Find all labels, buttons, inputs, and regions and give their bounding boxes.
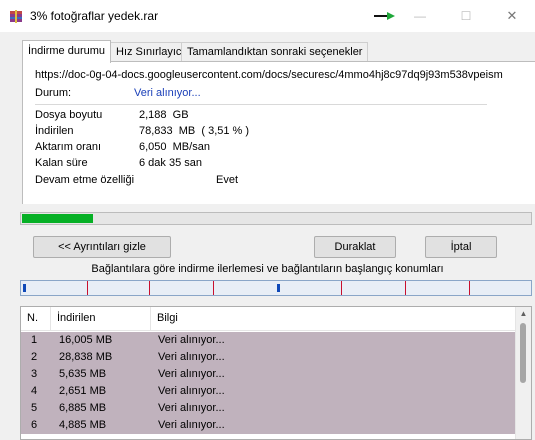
download-url: https://doc-0g-04-docs.googleusercontent…: [35, 69, 503, 81]
transfer-rate-value: 6,050 MB/san: [139, 141, 210, 153]
resume-capability-label: Devam etme özelliği: [35, 174, 135, 186]
row-info: Veri alınıyor...: [158, 351, 225, 363]
title-bar: 3% fotoğraflar yedek.rar — ☐ ✕: [0, 0, 535, 32]
row-number: 4: [31, 385, 38, 397]
connections-table[interactable]: N. İndirilen Bilgi 1 16,005 MB Veri alın…: [20, 306, 532, 440]
row-downloaded: 6,885 MB: [59, 402, 107, 414]
table-row[interactable]: 3 5,635 MB Veri alınıyor...: [21, 366, 516, 383]
file-size-value: 2,188 GB: [139, 109, 189, 121]
vertical-scrollbar[interactable]: ▲: [515, 307, 531, 439]
connection-progress-1: [23, 284, 26, 292]
row-number: 5: [31, 402, 38, 414]
downloaded-value: 78,833 MB ( 3,51 % ): [139, 125, 250, 137]
status-value: Veri alınıyor...: [134, 87, 201, 99]
cancel-button[interactable]: İptal: [425, 236, 497, 258]
connection-progress-2: [277, 284, 280, 292]
file-size-label: Dosya boyutu: [35, 109, 103, 121]
connection-start-marker: [213, 281, 214, 295]
close-button[interactable]: ✕: [489, 0, 535, 32]
row-downloaded: 2,651 MB: [59, 385, 107, 397]
column-divider[interactable]: [150, 307, 151, 330]
transfer-rate-label: Aktarım oranı: [35, 141, 102, 153]
scroll-up-icon[interactable]: ▲: [516, 307, 531, 321]
table-row[interactable]: 6 4,885 MB Veri alınıyor...: [21, 417, 516, 434]
table-header: N. İndirilen Bilgi: [21, 307, 516, 331]
tab-download-status[interactable]: İndirme durumu: [22, 40, 112, 63]
connections-progress-bar: [20, 280, 532, 296]
column-header-downloaded[interactable]: İndirilen: [57, 307, 96, 330]
downloaded-label: İndirilen: [35, 125, 74, 137]
table-row[interactable]: 1 16,005 MB Veri alınıyor...: [21, 332, 516, 349]
status-label: Durum:: [35, 87, 72, 99]
hide-details-button[interactable]: << Ayrıntıları gizle: [33, 236, 171, 258]
green-arrow-icon: [374, 12, 395, 20]
table-row[interactable]: 4 2,651 MB Veri alınıyor...: [21, 383, 516, 400]
row-info: Veri alınıyor...: [158, 402, 225, 414]
row-downloaded: 16,005 MB: [59, 334, 113, 346]
download-progress-fill: [22, 214, 93, 223]
window-title: 3% fotoğraflar yedek.rar: [30, 9, 159, 23]
column-header-info[interactable]: Bilgi: [157, 307, 178, 330]
connection-start-marker: [87, 281, 88, 295]
column-divider[interactable]: [50, 307, 51, 330]
row-downloaded: 4,885 MB: [59, 419, 107, 431]
resume-capability-value: Evet: [216, 174, 239, 186]
minimize-button[interactable]: —: [397, 0, 443, 32]
download-status-panel: https://doc-0g-04-docs.googleusercontent…: [22, 61, 535, 204]
download-progress-bar: [20, 212, 532, 225]
row-number: 2: [31, 351, 38, 363]
row-info: Veri alınıyor...: [158, 368, 225, 380]
row-downloaded: 5,635 MB: [59, 368, 107, 380]
divider: [35, 104, 487, 105]
row-number: 1: [31, 334, 38, 346]
row-info: Veri alınıyor...: [158, 385, 225, 397]
row-number: 6: [31, 419, 38, 431]
connection-start-marker: [149, 281, 150, 295]
row-info: Veri alınıyor...: [158, 334, 225, 346]
table-row[interactable]: 2 28,838 MB Veri alınıyor...: [21, 349, 516, 366]
table-row[interactable]: 5 6,885 MB Veri alınıyor...: [21, 400, 516, 417]
tab-after-completion[interactable]: Tamamlandıktan sonraki seçenekler: [181, 42, 369, 62]
rar-archive-icon: [10, 10, 22, 23]
connections-caption: Bağlantılara göre indirme ilerlemesi ve …: [91, 263, 444, 275]
tab-speed-limiter[interactable]: Hız Sınırlayıcı: [110, 42, 191, 62]
connection-start-marker: [405, 281, 406, 295]
pause-button[interactable]: Duraklat: [314, 236, 396, 258]
time-left-value: 6 dak 35 san: [139, 157, 202, 169]
maximize-button[interactable]: ☐: [443, 0, 489, 32]
time-left-label: Kalan süre: [35, 157, 88, 169]
scrollbar-thumb[interactable]: [520, 323, 526, 383]
row-downloaded: 28,838 MB: [59, 351, 113, 363]
row-number: 3: [31, 368, 38, 380]
column-header-number[interactable]: N.: [27, 307, 38, 330]
connection-start-marker: [469, 281, 470, 295]
connection-start-marker: [341, 281, 342, 295]
row-info: Veri alınıyor...: [158, 419, 225, 431]
